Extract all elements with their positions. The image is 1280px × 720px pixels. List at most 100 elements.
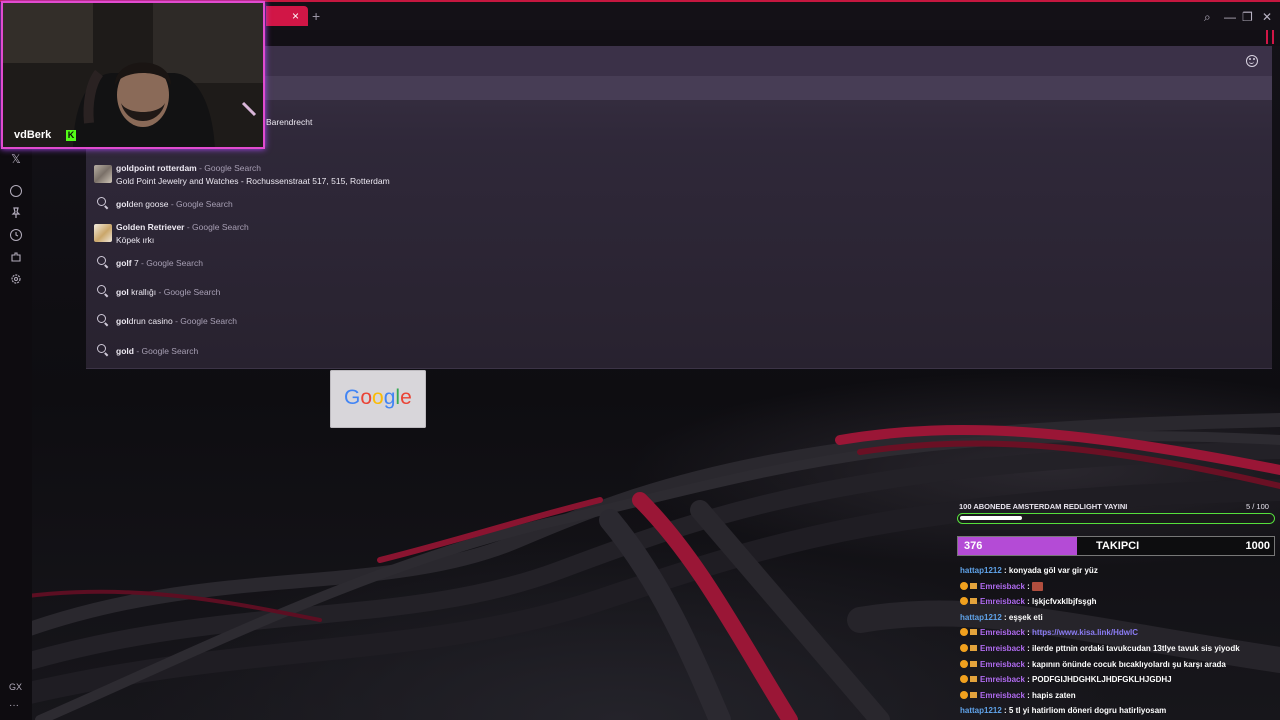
suggestion-query-rest: 7	[131, 258, 139, 268]
chat-text: : konyada göl var gir yüz	[1001, 566, 1098, 575]
settings-icon[interactable]	[10, 273, 22, 285]
active-tab[interactable]	[266, 6, 308, 26]
emoji-icon[interactable]	[1246, 55, 1258, 67]
chat-link[interactable]: https://www.kisa.link/HdwlC	[1032, 628, 1138, 637]
search-icon	[97, 197, 106, 206]
chat-emote-icon	[1032, 581, 1044, 591]
suggestion-item[interactable]: gol krallığı - Google Search	[86, 279, 1272, 303]
pin-icon[interactable]	[10, 207, 22, 219]
chat-text: : eşşek eti	[1001, 612, 1043, 622]
subscriber-badge-icon	[960, 581, 978, 590]
partial-suggestion-text: Barendrecht	[266, 117, 313, 127]
suggestion-source: - Google Search	[168, 199, 233, 209]
subscriber-badge-icon	[960, 628, 978, 637]
tab-close-icon[interactable]: ×	[292, 10, 299, 22]
chat-username: Emreisback	[980, 675, 1025, 685]
chat-username: Emreisback	[980, 581, 1025, 591]
follower-goal-title: TAKIPCI	[1096, 540, 1140, 552]
chat-message: Emreisback :	[960, 579, 1278, 595]
webcam-figure	[3, 3, 263, 147]
suggestion-query-rest: drun casino	[128, 316, 173, 326]
subscriber-badge-icon	[960, 675, 978, 684]
follower-goal-target: 1000	[1245, 540, 1270, 552]
gx-control-icon[interactable]	[1266, 30, 1274, 44]
chat-message: Emreisback : ilerde pttnin ordaki tavukc…	[960, 641, 1278, 657]
maximize-icon[interactable]: ❐	[1242, 10, 1253, 24]
extensions-icon[interactable]	[10, 251, 22, 263]
google-letter: g	[383, 386, 396, 409]
chat-text: : 5 tl yi hatirliom döneri dogru hatirli…	[1001, 706, 1167, 716]
more-icon[interactable]: ···	[9, 700, 19, 711]
chat-overlay: hattap1212 : konyada göl var gir yüz Emre…	[960, 563, 1278, 719]
chat-text: : kapının önünde cocuk bıcaklıyolardı şu…	[1024, 659, 1226, 669]
goldpoint-thumbnail-icon	[94, 165, 112, 183]
subscriber-badge-icon	[960, 597, 978, 606]
chat-text: : lşkjcfvxklbjfsşgh	[1024, 597, 1097, 607]
chat-username: Emreisback	[980, 659, 1025, 669]
suggestion-query-match: gol	[116, 287, 129, 297]
chat-message: Emreisback : https://www.kisa.link/HdwlC	[960, 625, 1278, 641]
suggestion-source: - Google Search	[133, 346, 199, 356]
suggestion-item[interactable]: goldrun casino - Google Search	[86, 308, 1272, 332]
sub-goal-label: 100 ABONEDE AMSTERDAM REDLIGHT YAYINI	[959, 502, 1128, 511]
chat-message: Emreisback : PODFGIJHDGHKLJHDFGKLHJGDHJ	[960, 672, 1278, 688]
search-tabs-icon[interactable]: ⌕	[1204, 10, 1211, 24]
sub-goal-progress-fill	[960, 516, 1023, 520]
suggestion-query-match: gol	[116, 199, 129, 209]
suggestion-detail: Köpek ırkı	[116, 235, 155, 245]
suggestion-query-rest: krallığı	[128, 287, 157, 297]
suggestion-detail: Gold Point Jewelry and Watches - Rochuss…	[116, 176, 390, 186]
suggestion-source: - Google Search	[138, 258, 203, 268]
sub-goal-progress-bar	[957, 513, 1275, 524]
chat-message: Emreisback : hapis zaten	[960, 688, 1278, 704]
chat-text: : ilerde pttnin ordaki tavukcudan 13tlye…	[1024, 643, 1240, 653]
google-letter: o	[360, 386, 373, 409]
suggestion-query: goldpoint rotterdam	[116, 163, 197, 173]
subscriber-badge-icon	[960, 690, 978, 699]
google-logo: Google	[344, 386, 412, 410]
suggestion-query-match: gold	[116, 346, 134, 356]
google-letter: G	[344, 386, 361, 409]
chat-text: :	[1024, 628, 1033, 638]
chat-message: Emreisback : lşkjcfvxklbjfsşgh	[960, 594, 1278, 610]
suggestion-item[interactable]: golf 7 - Google Search	[86, 250, 1272, 274]
suggestion-query-match: gol	[116, 316, 129, 326]
chat-text: : hapis zaten	[1024, 690, 1076, 700]
google-speed-dial-tile[interactable]: Google	[330, 370, 426, 428]
follower-goal-bar: 376 TAKIPCI 1000	[957, 536, 1275, 556]
streamer-name: vdBerk	[14, 129, 52, 141]
chat-message: hattap1212 : konyada göl var gir yüz	[960, 563, 1278, 579]
chat-text: :	[1024, 581, 1033, 591]
chat-username: hattap1212	[960, 566, 1002, 575]
suggestion-source: - Google Search	[184, 222, 249, 232]
chat-username: hattap1212	[960, 706, 1002, 716]
suggestion-item[interactable]: goldpoint rotterdam - Google Search Gold…	[86, 159, 1272, 189]
chat-message: hattap1212 : 5 tl yi hatirliom döneri do…	[960, 703, 1278, 719]
google-letter: o	[372, 386, 384, 409]
close-window-icon[interactable]: ✕	[1262, 10, 1272, 24]
follower-current-count: 376	[964, 540, 983, 552]
suggestion-item[interactable]: golden goose - Google Search	[86, 191, 1272, 215]
new-tab-button[interactable]: +	[312, 8, 320, 24]
subscriber-badge-icon	[960, 659, 978, 668]
minimize-icon[interactable]: —	[1224, 10, 1236, 24]
player-icon[interactable]	[10, 185, 22, 197]
suggestion-source: - Google Search	[172, 316, 237, 326]
search-icon	[97, 344, 106, 353]
x-icon[interactable]: 𝕏	[10, 153, 22, 165]
chat-username: hattap1212	[960, 612, 1002, 622]
suggestion-item[interactable]: Golden Retriever - Google Search Köpek ı…	[86, 218, 1272, 248]
search-icon	[97, 285, 106, 294]
history-icon[interactable]	[10, 229, 22, 241]
chat-username: Emreisback	[980, 690, 1025, 700]
subscriber-badge-icon	[960, 643, 978, 652]
suggestion-query-rest: den goose	[128, 199, 169, 209]
chat-username: Emreisback	[980, 628, 1025, 638]
chat-username: Emreisback	[980, 643, 1025, 653]
search-icon	[97, 256, 106, 265]
gx-label: GX	[9, 682, 23, 692]
suggestion-item[interactable]: gold - Google Search	[86, 338, 1272, 362]
chat-text: : PODFGIJHDGHKLJHDFGKLHJGDHJ	[1024, 675, 1172, 685]
chat-username: Emreisback	[980, 597, 1025, 607]
search-icon	[97, 314, 106, 323]
